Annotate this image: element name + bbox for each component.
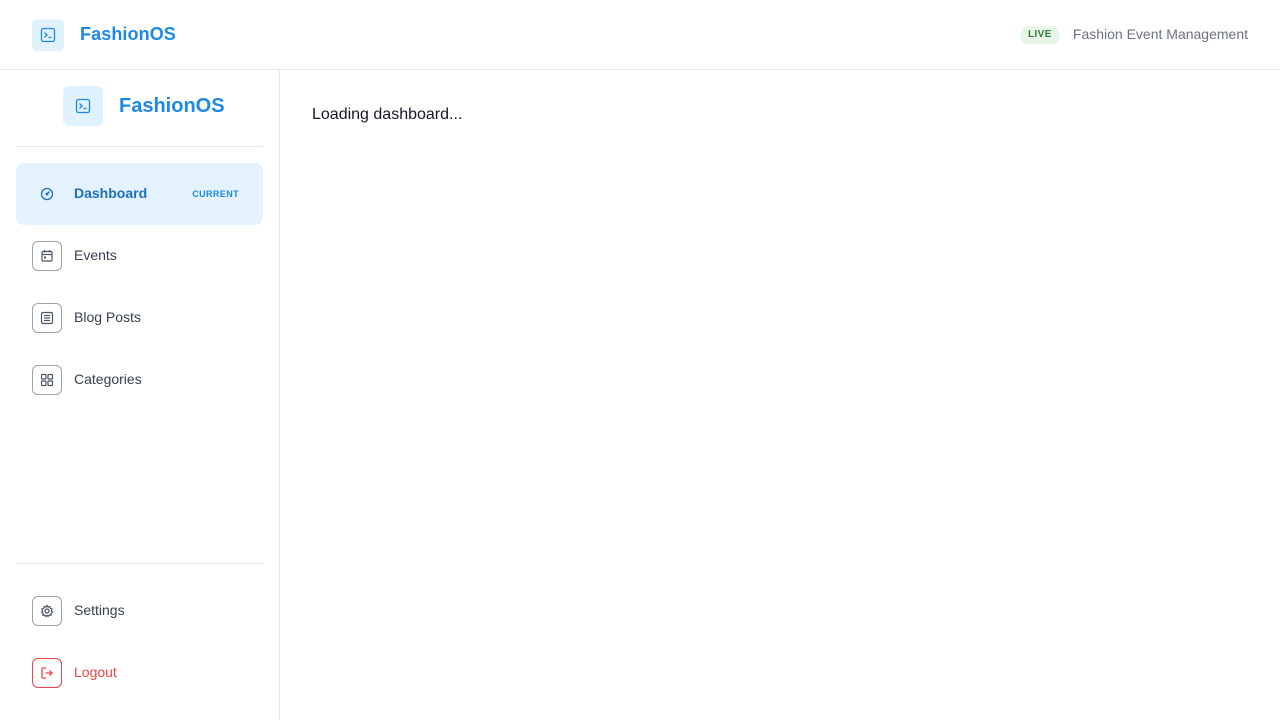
divider — [16, 563, 263, 564]
calendar-icon — [32, 241, 62, 271]
terminal-icon[interactable] — [32, 19, 64, 51]
app-brand-name[interactable]: FashionOS — [80, 24, 176, 45]
logout-icon — [32, 658, 62, 688]
grid-icon — [32, 365, 62, 395]
app-subtitle: Fashion Event Management — [1072, 26, 1248, 42]
divider — [16, 146, 263, 147]
live-status-badge: LIVE — [1020, 26, 1060, 44]
current-badge: CURRENT — [192, 189, 239, 199]
sidebar: FashionOS Dashboard CURRENT Events Blog … — [0, 70, 280, 720]
loading-message: Loading dashboard... — [312, 106, 463, 123]
sidebar-item-label: Dashboard — [74, 185, 148, 201]
sidebar-item-label: Blog Posts — [74, 309, 141, 325]
sidebar-item-settings[interactable]: Settings — [16, 580, 263, 642]
sidebar-item-events[interactable]: Events — [16, 225, 263, 287]
sidebar-item-categories[interactable]: Categories — [16, 349, 263, 411]
sidebar-item-label: Categories — [74, 371, 142, 387]
terminal-icon — [63, 86, 103, 126]
sidebar-item-logout[interactable]: Logout — [16, 642, 263, 704]
main-content: Loading dashboard... — [280, 70, 1280, 720]
sidebar-brand[interactable]: FashionOS — [63, 86, 225, 126]
sidebar-brand-name: FashionOS — [119, 94, 225, 117]
top-bar: FashionOS LIVE Fashion Event Management — [0, 0, 1280, 70]
sidebar-item-label: Events — [74, 247, 117, 263]
gauge-icon — [32, 179, 62, 209]
sidebar-item-dashboard[interactable]: Dashboard CURRENT — [16, 163, 263, 225]
sidebar-item-label: Settings — [74, 602, 125, 618]
sidebar-item-blog-posts[interactable]: Blog Posts — [16, 287, 263, 349]
document-icon — [32, 303, 62, 333]
sidebar-item-label: Logout — [74, 664, 117, 680]
gear-icon — [32, 596, 62, 626]
